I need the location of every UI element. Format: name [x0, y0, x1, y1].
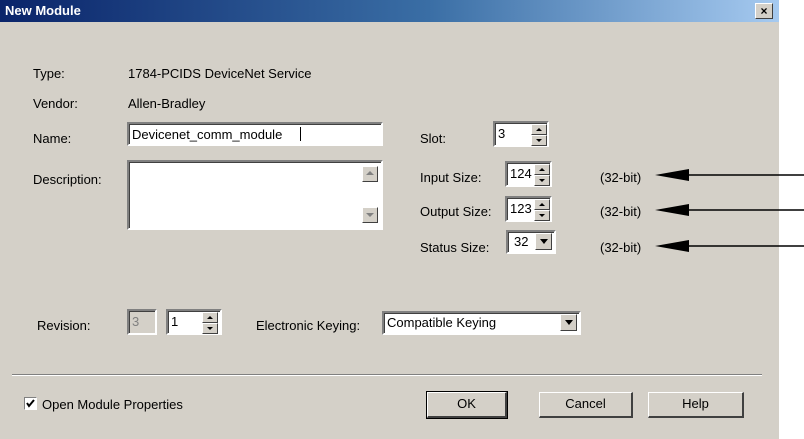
revision-minor-up-button[interactable]: [202, 312, 218, 323]
scroll-up-button[interactable]: [362, 166, 378, 182]
scroll-down-button[interactable]: [362, 207, 378, 223]
vendor-value: Allen-Bradley: [128, 96, 206, 111]
revision-label: Revision:: [37, 318, 91, 333]
status-size-dropdown[interactable]: 32: [506, 230, 556, 254]
name-label: Name:: [33, 131, 72, 146]
slot-label: Slot:: [420, 131, 447, 146]
slot-up-button[interactable]: [531, 124, 547, 135]
separator: [12, 374, 762, 376]
title-bar: New Module ×: [0, 0, 779, 22]
input-size-field[interactable]: 124: [505, 161, 552, 187]
type-label: Type:: [33, 66, 65, 81]
output-size-down-button[interactable]: [534, 210, 550, 221]
left-arrow-icon: [655, 204, 804, 216]
help-button[interactable]: Help: [648, 392, 744, 418]
input-size-down-button[interactable]: [534, 175, 550, 186]
output-size-field[interactable]: 123: [505, 196, 552, 222]
open-module-properties-checkbox[interactable]: [24, 397, 37, 410]
cancel-button[interactable]: Cancel: [539, 392, 633, 418]
revision-minor-down-button[interactable]: [202, 323, 218, 334]
revision-major-field: 3: [127, 309, 157, 335]
description-label: Description:: [33, 172, 102, 187]
revision-minor-value: 1: [171, 314, 179, 329]
chevron-down-icon: [536, 139, 542, 142]
chevron-down-icon: [207, 327, 213, 330]
text-caret: [300, 127, 301, 141]
slot-field-value: 3: [498, 126, 506, 141]
input-size-unit: (32-bit): [600, 170, 642, 185]
name-field-value: Devicenet_comm_module: [132, 127, 283, 142]
slot-spinner[interactable]: [531, 124, 547, 146]
chevron-down-icon: [539, 214, 545, 217]
status-size-dropdown-button[interactable]: [535, 233, 552, 250]
scroll-down-icon: [366, 213, 374, 217]
chevron-up-icon: [539, 168, 545, 171]
revision-minor-field[interactable]: 1: [166, 309, 222, 335]
scroll-up-icon: [366, 171, 374, 175]
chevron-up-icon: [536, 128, 542, 131]
output-size-value: 123: [510, 201, 532, 216]
close-button[interactable]: ×: [755, 3, 773, 19]
chevron-down-icon: [565, 320, 573, 325]
input-size-spinner[interactable]: [534, 164, 550, 186]
chevron-up-icon: [207, 316, 213, 319]
left-arrow-icon: [655, 169, 804, 181]
open-module-properties-label: Open Module Properties: [42, 397, 183, 412]
keying-dropdown[interactable]: Compatible Keying: [382, 311, 581, 335]
chevron-up-icon: [539, 203, 545, 206]
slot-field[interactable]: 3: [493, 121, 549, 147]
dialog-title: New Module: [5, 3, 81, 18]
output-size-up-button[interactable]: [534, 199, 550, 210]
chevron-down-icon: [539, 179, 545, 182]
slot-down-button[interactable]: [531, 135, 547, 146]
checkmark-icon: [26, 399, 35, 408]
chevron-down-icon: [540, 239, 548, 244]
keying-label: Electronic Keying:: [256, 318, 361, 333]
revision-major-value: 3: [132, 314, 140, 329]
status-size-unit: (32-bit): [600, 240, 642, 255]
output-size-label: Output Size:: [420, 204, 492, 219]
input-size-up-button[interactable]: [534, 164, 550, 175]
ok-button[interactable]: OK: [426, 391, 508, 419]
type-value: 1784-PCIDS DeviceNet Service: [128, 66, 312, 81]
status-size-value: 32: [514, 234, 529, 249]
keying-dropdown-button[interactable]: [560, 314, 577, 331]
left-arrow-icon: [655, 240, 804, 252]
name-field[interactable]: Devicenet_comm_module: [127, 122, 383, 146]
status-size-label: Status Size:: [420, 240, 490, 255]
input-size-label: Input Size:: [420, 170, 482, 185]
output-size-unit: (32-bit): [600, 204, 642, 219]
description-field[interactable]: [127, 160, 383, 230]
revision-minor-spinner[interactable]: [202, 312, 218, 334]
input-size-value: 124: [510, 166, 532, 181]
keying-value: Compatible Keying: [387, 315, 497, 330]
vendor-label: Vendor:: [33, 96, 78, 111]
output-size-spinner[interactable]: [534, 199, 550, 221]
